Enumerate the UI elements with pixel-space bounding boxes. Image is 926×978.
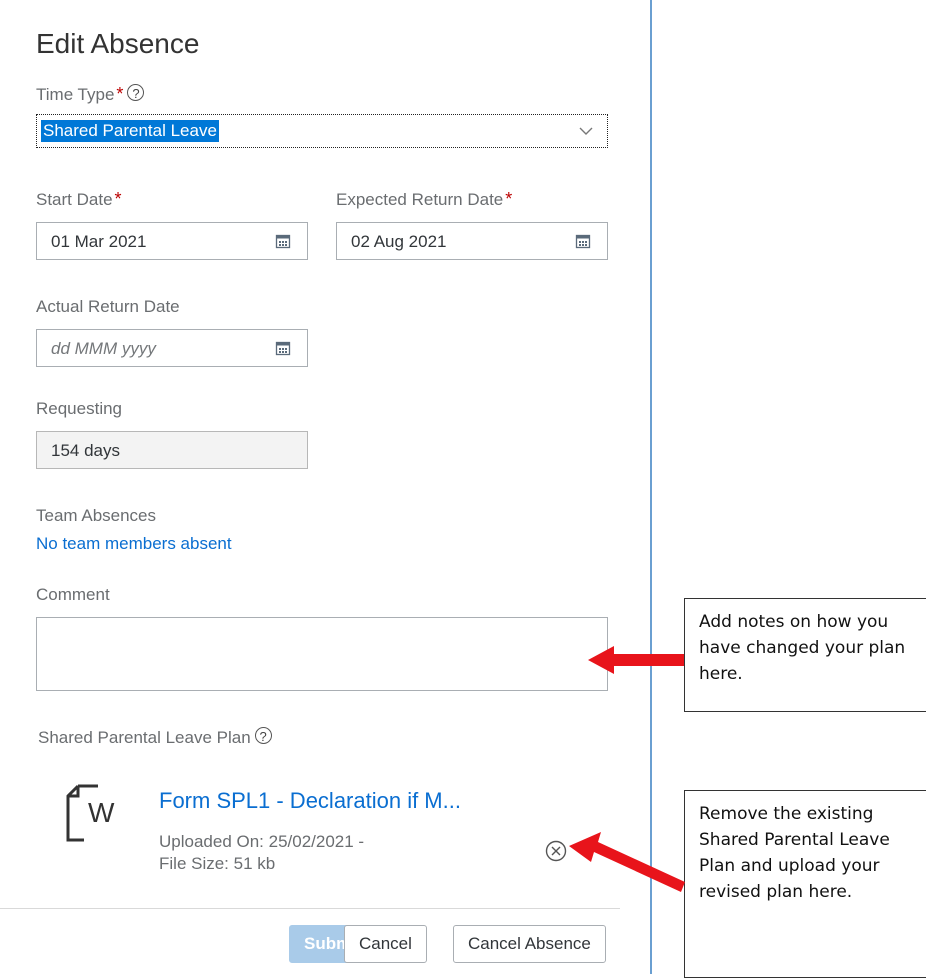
actual-return-label: Actual Return Date [36,297,180,316]
calendar-icon[interactable] [275,233,291,249]
plan-arrow-icon [569,832,685,892]
start-date-label-text: Start Date [36,190,113,209]
requesting-value: 154 days [51,441,120,460]
actual-return-field[interactable]: dd MMM yyyy [36,329,308,367]
comment-callout: Add notes on how you have changed your p… [684,598,926,712]
start-date-label: Start Date * [36,189,122,210]
remove-attachment-icon[interactable] [545,840,567,862]
expected-return-label-text: Expected Return Date [336,190,504,209]
comment-arrow-icon [588,646,684,674]
expected-return-value: 02 Aug 2021 [351,232,447,251]
start-date-value: 01 Mar 2021 [51,232,147,251]
required-mark: * [116,84,124,104]
team-absences-label: Team Absences [36,506,157,525]
time-type-select[interactable]: Shared Parental Leave [36,114,608,148]
plan-callout: Remove the existing Shared Parental Leav… [684,790,926,978]
calendar-icon[interactable] [575,233,591,249]
plan-label: Shared Parental Leave Plan? [38,727,272,748]
start-date-field[interactable]: 01 Mar 2021 [36,222,308,260]
requesting-label: Requesting [36,399,123,418]
chevron-down-icon[interactable] [579,123,593,139]
dialog-title: Edit Absence [36,28,200,59]
requesting-field: 154 days [36,431,308,469]
required-mark: * [114,189,122,209]
word-doc-letter: W [88,797,115,828]
time-type-label: Time Type *? [36,84,145,105]
footer-divider [0,908,620,909]
edit-absence-dialog: Edit Absence Time Type *? Shared Parental… [0,0,652,974]
comment-textarea[interactable] [36,617,608,691]
plan-uploaded-on: Uploaded On: 25/02/2021 - [159,832,365,851]
time-type-value: Shared Parental Leave [41,120,219,142]
comment-label: Comment [36,585,110,604]
actual-return-placeholder: dd MMM yyyy [51,339,156,358]
calendar-icon[interactable] [275,340,291,356]
word-document-icon: W [66,784,115,842]
plan-label-text: Shared Parental Leave Plan [38,728,251,747]
expected-return-field[interactable]: 02 Aug 2021 [336,222,608,260]
plan-file-size: File Size: 51 kb [159,854,276,873]
cancel-absence-button[interactable]: Cancel Absence [453,925,606,963]
time-type-label-text: Time Type [36,85,115,104]
expected-return-label: Expected Return Date * [336,189,512,210]
help-icon[interactable]: ? [127,84,145,101]
cancel-button[interactable]: Cancel [344,925,427,963]
plan-file-link[interactable]: Form SPL1 - Declaration if M... [159,788,461,814]
team-absences-link[interactable]: No team members absent [36,534,232,554]
help-icon[interactable]: ? [254,727,272,744]
required-mark: * [505,189,513,209]
